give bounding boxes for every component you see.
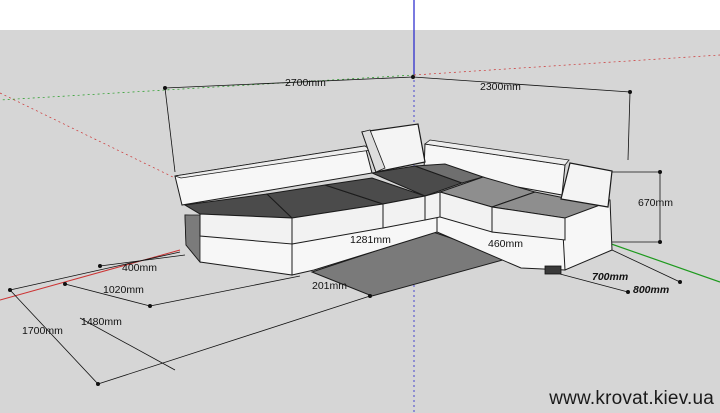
dim-width-right: 2300mm <box>480 81 521 93</box>
sofa-3d-model-scene[interactable]: 2700mm 2300mm 670mm 460mm 1281mm 700mm 8… <box>0 0 720 413</box>
dim-rug-offset: 201mm <box>312 280 347 292</box>
sketchup-viewport[interactable]: 2700mm 2300mm 670mm 460mm 1281mm 700mm 8… <box>0 0 720 413</box>
dim-arm-width: 400mm <box>122 262 157 274</box>
pillow-right[interactable] <box>560 162 613 208</box>
dim-depth-right: 800mm <box>633 284 669 296</box>
dim-chaise-depth: 1480mm <box>81 316 122 328</box>
site-watermark: www.krovat.kiev.ua <box>549 388 714 409</box>
dim-total-depth: 1700mm <box>22 325 63 337</box>
dim-inner-length: 1281mm <box>350 234 391 246</box>
sky-background <box>0 0 720 30</box>
dim-leg-right: 700mm <box>592 271 628 283</box>
cushion-left-3-front <box>424 191 441 221</box>
dim-width-left: 2700mm <box>285 77 326 89</box>
foot-right <box>544 265 562 275</box>
dim-seat-depth: 1020mm <box>103 284 144 296</box>
dim-height: 670mm <box>638 197 673 209</box>
dim-seat-height: 460mm <box>488 238 523 250</box>
